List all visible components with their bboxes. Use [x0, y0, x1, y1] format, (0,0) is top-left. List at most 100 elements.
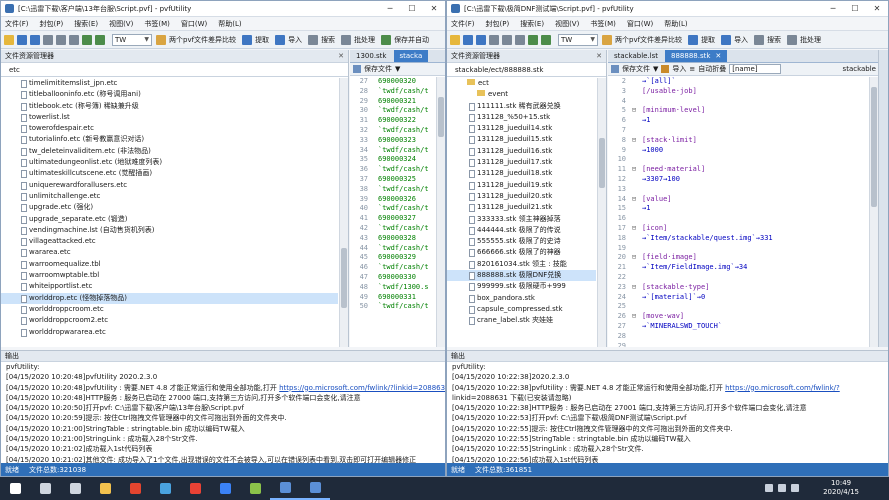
- menu-window[interactable]: 窗口(W): [627, 19, 653, 29]
- menu-bookmark[interactable]: 书签(M): [144, 19, 170, 29]
- chevron-down-icon[interactable]: ▼: [395, 65, 400, 73]
- paste-icon[interactable]: [69, 34, 79, 45]
- encoding-select[interactable]: TW ▼: [112, 33, 152, 46]
- file-tree-item[interactable]: 444444.stk 极限了的传说: [447, 225, 596, 236]
- scrollbar[interactable]: [869, 77, 878, 347]
- close-icon[interactable]: ✕: [338, 52, 344, 60]
- file-tree-item[interactable]: timelimititemslist_jpn.etc: [1, 78, 338, 89]
- chevron-down-icon[interactable]: ▼: [653, 65, 658, 73]
- file-tree-item[interactable]: villageattacked.etc: [1, 236, 338, 247]
- file-tree-item[interactable]: titleballooninfo.etc (称号调用ani): [1, 89, 338, 100]
- undo-icon[interactable]: [82, 34, 92, 45]
- ime-icon[interactable]: [791, 484, 799, 492]
- extract-button[interactable]: 提取: [255, 35, 269, 45]
- menu-search[interactable]: 搜索(E): [520, 19, 544, 29]
- file-tree-item[interactable]: tw_deleteinvaliditem.etc (非法物品): [1, 146, 338, 157]
- taskbar-app[interactable]: [270, 477, 300, 500]
- volume-icon[interactable]: [778, 484, 786, 492]
- file-tree-item[interactable]: vendingmachine.lst (自动售货机列表): [1, 225, 338, 236]
- file-tree-item[interactable]: ultimateskillcutscene.etc (觉醒插画): [1, 168, 338, 179]
- file-tree-item[interactable]: worlddroppcroom.etc: [1, 304, 338, 315]
- menu-pack[interactable]: 封包(P): [486, 19, 510, 29]
- output-link[interactable]: https://go.microsoft.com/fwlink/?linkid=…: [279, 384, 445, 392]
- tag-select[interactable]: [name]: [729, 64, 782, 74]
- scrollbar-thumb[interactable]: [599, 138, 605, 188]
- save-run-button[interactable]: 保存并自动: [394, 35, 429, 45]
- copy-icon[interactable]: [502, 34, 512, 45]
- file-tree-item[interactable]: 111111.stk 稀有武器兑换: [447, 101, 596, 112]
- search-button[interactable]: 搜索: [321, 35, 335, 45]
- file-tree-item[interactable]: 131128_jueduil15.stk: [447, 134, 596, 145]
- scrollbar[interactable]: [597, 78, 606, 347]
- taskbar-app[interactable]: [90, 477, 120, 500]
- taskbar-app[interactable]: [120, 477, 150, 500]
- tab-1300-stk[interactable]: 1300.stk: [350, 50, 393, 62]
- fold-toggle-icon[interactable]: ⊟: [630, 253, 638, 263]
- file-tree-item[interactable]: upgrade_separate.etc (锻造): [1, 214, 338, 225]
- menu-view[interactable]: 视图(V): [555, 19, 579, 29]
- fold-toggle-icon[interactable]: ⊟: [630, 312, 638, 322]
- file-tree-item[interactable]: worlddrop.etc (怪物掉落物品): [1, 292, 338, 304]
- file-tree-item[interactable]: capsule_compressed.stk: [447, 304, 596, 315]
- maximize-icon[interactable]: ☐: [401, 4, 423, 13]
- save-icon[interactable]: [17, 34, 27, 45]
- save-file-button[interactable]: 保存文件: [364, 64, 392, 74]
- menu-window[interactable]: 窗口(W): [181, 19, 207, 29]
- scrollbar-thumb[interactable]: [438, 97, 444, 137]
- file-tree-item[interactable]: 888888.stk 极限DNF兑换: [447, 270, 596, 282]
- menu-view[interactable]: 视图(V): [109, 19, 133, 29]
- file-tree-item[interactable]: 131128_jueduil19.stk: [447, 180, 596, 191]
- file-tree-item[interactable]: 131128_jueduil14.stk: [447, 123, 596, 134]
- close-icon[interactable]: ✕: [423, 4, 445, 13]
- encoding-select[interactable]: TW ▼: [558, 33, 598, 46]
- file-tree-item[interactable]: 131128_jueduil21.stk: [447, 202, 596, 213]
- save-all-icon[interactable]: [30, 34, 40, 45]
- path-input[interactable]: stackable/ect/888888.stk: [447, 63, 606, 77]
- fold-toggle-icon[interactable]: ⊟: [630, 106, 638, 116]
- menu-help[interactable]: 帮助(L): [664, 19, 687, 29]
- menu-file[interactable]: 文件(F): [451, 19, 475, 29]
- fold-toggle-icon[interactable]: ⊟: [630, 136, 638, 146]
- tab-stackable[interactable]: stacka: [393, 50, 429, 62]
- file-tree-item[interactable]: 820161034.stk 领主 : 技能: [447, 259, 596, 270]
- file-tree-item[interactable]: upgrade.etc (强化): [1, 202, 338, 213]
- maximize-icon[interactable]: ☐: [844, 4, 866, 13]
- scrollbar-thumb[interactable]: [341, 248, 347, 308]
- file-tree-item[interactable]: wararea.etc: [1, 247, 338, 258]
- save-file-button[interactable]: 保存文件: [622, 64, 650, 74]
- scrollbar[interactable]: [339, 78, 348, 347]
- taskbar-app[interactable]: [150, 477, 180, 500]
- tab-888888-stk[interactable]: 888888.stk ✕: [665, 50, 728, 62]
- save-icon[interactable]: [463, 34, 473, 45]
- minimize-icon[interactable]: ─: [822, 4, 844, 13]
- close-icon[interactable]: ✕: [866, 4, 888, 13]
- file-tree-item[interactable]: box_pandora.stk: [447, 293, 596, 304]
- file-tree-item[interactable]: whiteipportlist.etc: [1, 281, 338, 292]
- batch-button[interactable]: 批处理: [800, 35, 821, 45]
- scrollbar[interactable]: [436, 77, 445, 347]
- copy-icon[interactable]: [56, 34, 66, 45]
- cut-icon[interactable]: [43, 34, 53, 45]
- close-icon[interactable]: ✕: [596, 52, 602, 60]
- taskbar-app[interactable]: [0, 477, 30, 500]
- compare-button[interactable]: 两个pvf文件差异比较: [169, 35, 236, 45]
- taskbar-app[interactable]: [30, 477, 60, 500]
- cut-icon[interactable]: [489, 34, 499, 45]
- file-tree-item[interactable]: 131128_%50+15.stk: [447, 112, 596, 123]
- fold-toggle-icon[interactable]: ⊟: [630, 224, 638, 234]
- redo-icon[interactable]: [95, 34, 105, 45]
- fold-toggle-icon[interactable]: ⊟: [630, 283, 638, 293]
- file-tree-item[interactable]: 131128_jueduil18.stk: [447, 168, 596, 179]
- menu-file[interactable]: 文件(F): [5, 19, 29, 29]
- file-tree-item[interactable]: 666666.stk 极限了的神器: [447, 247, 596, 258]
- menu-pack[interactable]: 封包(P): [40, 19, 64, 29]
- file-tree-item[interactable]: 131128_jueduil20.stk: [447, 191, 596, 202]
- network-icon[interactable]: [765, 484, 773, 492]
- file-tree-item[interactable]: event: [447, 89, 596, 100]
- file-tree-item[interactable]: ultimatedungeonlist.etc (地狱难度列表): [1, 157, 338, 168]
- file-tree-item[interactable]: 555555.stk 极限了的史诗: [447, 236, 596, 247]
- file-tree-item[interactable]: warroomwptable.tbl: [1, 270, 338, 281]
- taskbar-app[interactable]: [300, 477, 330, 500]
- extract-button[interactable]: 提取: [701, 35, 715, 45]
- tab-stackable-lst[interactable]: stackable.lst: [608, 50, 664, 62]
